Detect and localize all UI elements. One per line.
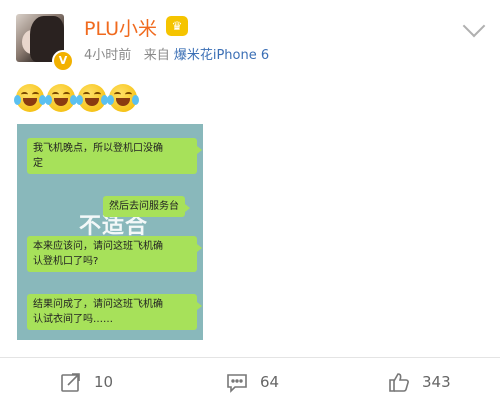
laugh-cry-emoji-icon [107,84,139,112]
source-prefix: 来自 [143,48,170,63]
chat-bubble: 我飞机晚点，所以登机口没确 定 [27,138,202,174]
username[interactable]: PLU小米 [84,14,157,41]
laugh-cry-emoji-icon [14,84,46,112]
repost-count: 10 [94,373,114,391]
like-button[interactable]: 343 [388,368,451,396]
post-image[interactable]: 不适合 我飞机晚点，所以登机口没确 定 然后去问服务台 本来应该问，请问这班飞机… [17,124,203,340]
comment-count: 64 [260,373,280,391]
post-meta: 4小时前 来自 爆米花iPhone 6 [84,44,269,63]
thumbs-up-icon [389,373,409,392]
comment-icon [227,374,247,393]
source-link[interactable]: 爆米花iPhone 6 [174,48,269,63]
post-time: 4小时前 [84,48,132,63]
emoji-row [14,84,139,112]
member-crown-icon: ♛ [166,16,188,36]
divider [0,357,500,358]
chat-line: 本来应该问，请问这班飞机确 [33,241,163,252]
chat-bubble: 本来应该问，请问这班飞机确 认登机口了吗? [27,236,202,272]
chat-line: 然后去问服务台 [109,201,179,212]
laugh-cry-emoji-icon [45,84,77,112]
verified-badge-icon: V [52,50,74,72]
chat-line: 定 [33,158,43,169]
chat-line: 认试衣间了吗…… [33,314,113,325]
chevron-down-icon[interactable] [462,14,486,38]
repost-button[interactable]: 10 [60,368,113,396]
like-count: 343 [422,373,451,391]
comment-button[interactable]: 64 [226,368,279,396]
share-icon [61,373,80,392]
chat-line: 认登机口了吗? [33,256,99,267]
chat-bubble: 然后去问服务台 [103,196,190,217]
chat-line: 结果问成了，请问这班飞机确 [33,299,163,310]
chat-line: 我飞机晚点，所以登机口没确 [33,143,163,154]
chat-bubble: 结果问成了，请问这班飞机确 认试衣间了吗…… [27,294,202,330]
laugh-cry-emoji-icon [76,84,108,112]
